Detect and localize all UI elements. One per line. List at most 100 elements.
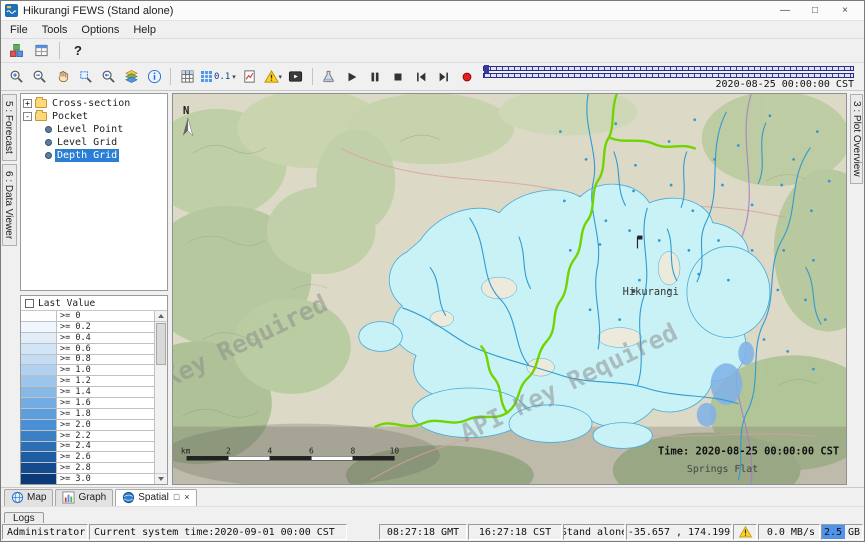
layers-button[interactable] — [120, 67, 142, 87]
menu-options[interactable]: Options — [74, 23, 126, 37]
explorer-button[interactable] — [30, 41, 52, 61]
help-icon: ? — [74, 43, 82, 58]
info-icon — [147, 69, 162, 84]
legend-scrollbar[interactable] — [154, 311, 167, 484]
set-time-button[interactable] — [318, 67, 340, 87]
tree-item-label-selected: Depth Grid — [55, 149, 119, 162]
legend-swatch — [21, 311, 57, 321]
collapse-icon[interactable]: - — [23, 112, 32, 121]
record-button[interactable] — [456, 67, 478, 87]
pause-icon — [368, 70, 382, 84]
tab-graph-label: Graph — [78, 492, 106, 503]
left-tab-strip: 5 : Forecast 6 : Data Viewer — [1, 91, 18, 487]
tree-item-label: Pocket — [50, 110, 90, 123]
scroll-up-icon[interactable] — [155, 311, 167, 322]
map-toolbar: 0.1 ▾ ▾ 2020-08-25 00:00:00 CST — [1, 63, 864, 91]
step-back-icon — [414, 70, 428, 84]
last-value-checkbox[interactable] — [25, 299, 34, 308]
legend-row: >= 3.0 — [21, 474, 154, 484]
bottom-tab-bar: Map Graph Spatial □ × — [1, 487, 864, 506]
left-panel: + Cross-section - Pocket Level Point Lev… — [18, 91, 170, 487]
pan-button[interactable] — [51, 67, 73, 87]
legend-row: >= 0.2 — [21, 322, 154, 333]
tab-map[interactable]: Map — [4, 489, 53, 506]
legend-row: >= 1.6 — [21, 398, 154, 409]
grid-scale-combo[interactable]: 0.1 ▾ — [199, 67, 238, 87]
zoom-box-button[interactable] — [74, 67, 96, 87]
town-label: Hikurangi — [623, 286, 679, 298]
scroll-down-icon[interactable] — [155, 473, 167, 484]
legend-row: >= 2.0 — [21, 420, 154, 431]
legend-label: >= 2.4 — [57, 442, 91, 452]
main-area: 5 : Forecast 6 : Data Viewer + Cross-sec… — [1, 91, 864, 487]
minimize-button[interactable]: — — [770, 1, 800, 20]
tree-item-depth-grid[interactable]: Depth Grid — [45, 149, 165, 162]
date-track[interactable] — [483, 66, 854, 71]
info-button[interactable] — [143, 67, 165, 87]
menu-help[interactable]: Help — [126, 23, 163, 37]
folder-icon — [35, 99, 47, 108]
title-bar[interactable]: Hikurangi FEWS (Stand alone) — □ × — [1, 1, 864, 21]
svg-text:km: km — [181, 446, 191, 455]
close-button[interactable]: × — [830, 1, 860, 20]
status-network-rate: 0.0 MB/s — [758, 524, 820, 540]
legend-label: >= 0.6 — [57, 344, 91, 354]
right-tab-strip: 3 : Plot Overview — [849, 91, 864, 487]
legend-label: >= 1.6 — [57, 398, 91, 408]
status-warning[interactable] — [733, 524, 757, 540]
legend-swatch — [21, 355, 57, 365]
help-button[interactable]: ? — [67, 41, 89, 61]
logs-row: Logs — [1, 506, 864, 523]
status-system-time: Current system time:2020-09-01 00:00 CST — [89, 524, 347, 540]
tab-plot-overview[interactable]: 3 : Plot Overview — [850, 94, 863, 184]
menu-tools[interactable]: Tools — [35, 23, 75, 37]
close-tab-icon[interactable]: × — [184, 493, 189, 502]
animation-display-button[interactable] — [285, 67, 307, 87]
expand-icon[interactable]: + — [23, 99, 32, 108]
menu-file[interactable]: File — [3, 23, 35, 37]
pause-button[interactable] — [364, 67, 386, 87]
warnings-button[interactable]: ▾ — [262, 67, 284, 87]
step-forward-button[interactable] — [433, 67, 455, 87]
slider-handle[interactable] — [484, 65, 489, 73]
step-back-button[interactable] — [410, 67, 432, 87]
zoom-in-button[interactable] — [5, 67, 27, 87]
tab-data-viewer[interactable]: 6 : Data Viewer — [2, 164, 17, 246]
legend-swatch — [21, 463, 57, 473]
time-navigator-slider[interactable] — [483, 66, 854, 80]
legend-label: >= 3.0 — [57, 474, 91, 484]
svg-text:2: 2 — [226, 446, 231, 455]
chart-icon — [62, 491, 75, 504]
tab-graph[interactable]: Graph — [55, 489, 113, 506]
legend-label: >= 2.2 — [57, 431, 91, 441]
map-time-label: Time: 2020-08-25 00:00:00 CST — [658, 445, 839, 457]
legend-row: >= 0.6 — [21, 344, 154, 355]
maximize-button[interactable]: □ — [800, 1, 830, 20]
chevron-down-icon: ▾ — [279, 73, 283, 81]
tree-item-cross-section[interactable]: + Cross-section — [23, 97, 165, 110]
grid-display-button[interactable] — [176, 67, 198, 87]
tab-forecast[interactable]: 5 : Forecast — [2, 94, 17, 161]
tree-item-level-point[interactable]: Level Point — [45, 123, 165, 136]
undock-icon[interactable]: □ — [174, 493, 179, 502]
legend-row: >= 1.4 — [21, 387, 154, 398]
time-track[interactable] — [483, 73, 854, 78]
legend-swatch — [21, 431, 57, 441]
map-canvas[interactable]: API Key Required API Key Required N km 2… — [173, 94, 846, 484]
tree-item-level-grid[interactable]: Level Grid — [45, 136, 165, 149]
stop-button[interactable] — [387, 67, 409, 87]
pan-hand-icon — [55, 69, 70, 84]
legend-row: >= 2.6 — [21, 452, 154, 463]
animation-display-icon — [288, 69, 303, 84]
zoom-previous-button[interactable] — [97, 67, 119, 87]
tree-item-pocket[interactable]: - Pocket — [23, 110, 165, 123]
tab-spatial[interactable]: Spatial □ × — [115, 489, 196, 506]
step-forward-icon — [437, 70, 451, 84]
import-data-button[interactable] — [5, 41, 27, 61]
data-layers-tree[interactable]: + Cross-section - Pocket Level Point Lev… — [20, 93, 168, 291]
scrollbar-thumb[interactable] — [156, 323, 166, 365]
profile-chart-button[interactable] — [239, 67, 261, 87]
play-button[interactable] — [341, 67, 363, 87]
zoom-out-button[interactable] — [28, 67, 50, 87]
zoom-in-icon — [9, 69, 24, 84]
